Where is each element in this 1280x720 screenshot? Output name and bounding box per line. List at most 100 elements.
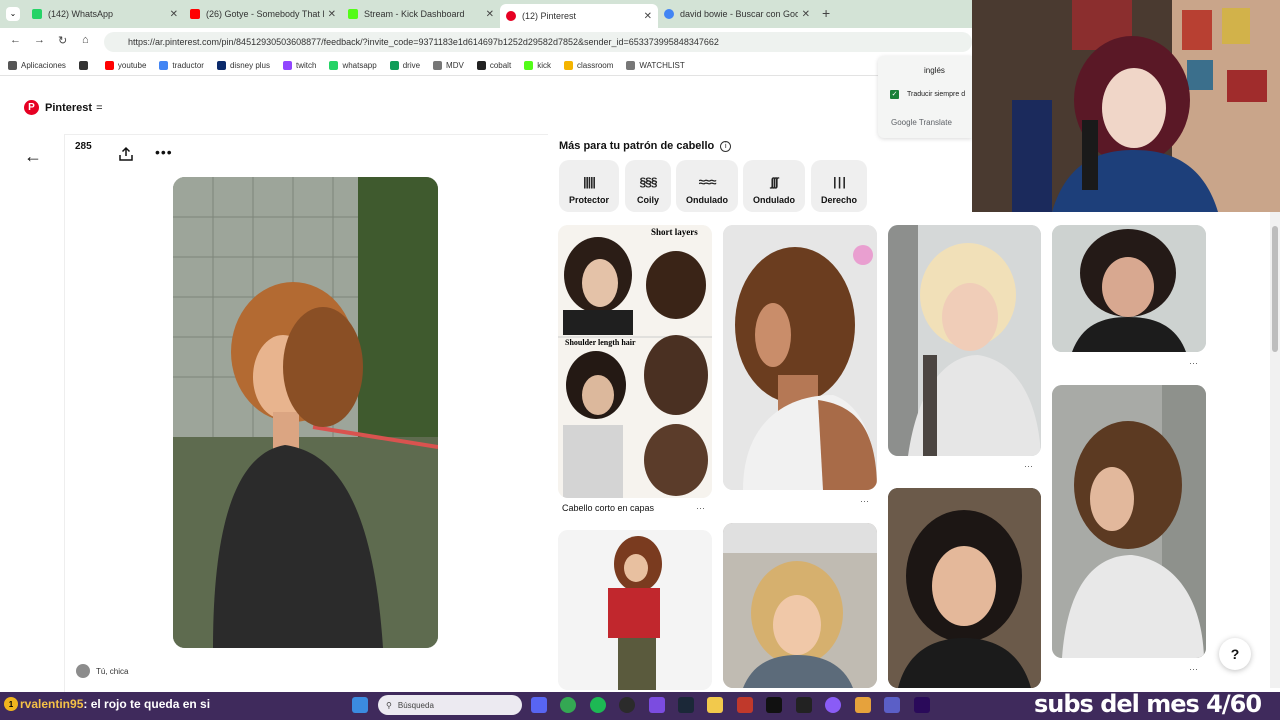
main-pin-image[interactable] [173,177,438,648]
bookmark-kick[interactable]: kick [524,61,551,70]
bookmark-cobalt[interactable]: cobalt [476,61,512,70]
bookmark-label: drive [402,61,421,70]
tab-whatsapp[interactable]: (142) WhatsApp ✕ [26,4,184,24]
close-icon[interactable]: ✕ [328,9,336,20]
pin-more-icon[interactable]: ··· [1189,664,1198,674]
more-options-icon[interactable]: ••• [155,144,173,160]
twitch-icon [283,61,292,70]
apps-icon [8,61,17,70]
info-icon[interactable]: i [720,140,732,152]
chip-ondulado-1[interactable]: ≈≈≈ Ondulado [676,160,738,212]
back-icon[interactable]: ← [10,34,21,46]
pin-blonde-shag[interactable] [723,523,877,688]
bookmark-twitch[interactable]: twitch [283,61,316,70]
tab-search-button[interactable]: ⌄ [6,7,20,21]
avatar[interactable] [76,664,90,678]
pin-red-sweater[interactable] [558,530,712,690]
pin-brown-shag[interactable] [1052,385,1206,658]
chip-coily[interactable]: §§§ Coily [625,160,671,212]
bookmark-disney[interactable]: disney plus [216,61,270,70]
badge-icon: 1 [4,697,18,711]
bookmark-mdv[interactable]: MDV [433,61,464,70]
media-player-icon[interactable] [649,697,665,713]
translate-always-checkbox[interactable]: ✓ [890,90,899,99]
menu-icon[interactable]: = [96,102,102,114]
tab-pinterest[interactable]: (12) Pinterest ✕ [500,4,658,28]
dark-bob-image [888,488,1041,688]
pin-more-icon[interactable]: ··· [696,503,705,513]
home-icon[interactable]: ⌂ [82,34,89,46]
discord-icon[interactable] [531,697,547,713]
chrome-icon[interactable] [560,697,576,713]
share-icon[interactable] [118,146,134,162]
tab-youtube[interactable]: (26) Gotye - Somebody That I Used ✕ [184,4,342,24]
spotify-icon[interactable] [590,697,606,713]
obs-icon[interactable] [619,697,635,713]
bookmark-traductor[interactable]: traductor [159,61,204,70]
bookmarks-bar: Aplicaciones youtube traductor disney pl… [0,56,972,76]
pin-dark-bangs[interactable] [1052,225,1206,352]
pin-blonde-bangs[interactable] [888,225,1041,456]
pin-more-icon[interactable]: ··· [1189,358,1198,368]
user-row[interactable]: Tú, chica [76,664,128,678]
close-icon[interactable]: ✕ [486,9,494,20]
navigation-bar: ← → ↻ ⌂ https://ar.pinterest.com/pin/845… [0,28,972,56]
protector-hair-icon: ||||| [583,175,596,189]
brand-google: Google [891,118,917,127]
chip-label: Coily [636,195,659,205]
bookmark-apps[interactable]: Aplicaciones [8,61,66,70]
close-icon[interactable]: ✕ [644,11,652,22]
pin-caption[interactable]: Cabello corto en capas [562,503,654,513]
back-arrow-icon[interactable]: ← [24,146,42,167]
pin-more-icon[interactable]: ··· [1024,461,1033,471]
steam-icon[interactable] [678,697,694,713]
chip-protector[interactable]: ||||| Protector [559,160,619,212]
chat-app-icon[interactable] [825,697,841,713]
disney-icon [216,61,226,70]
cobalt-icon [476,61,486,70]
scrollbar-thumb[interactable] [1272,226,1278,352]
user-caption: Tú, chica [96,666,129,676]
reload-icon[interactable]: ↻ [58,34,67,47]
pin-short-layers[interactable]: Short layers Shoulder length hair [558,225,712,498]
google-icon [664,9,674,19]
chip-derecho[interactable]: | | | Derecho [811,160,867,212]
forward-icon[interactable]: → [34,34,45,46]
game-icon[interactable] [737,697,753,713]
tab-kick[interactable]: Stream - Kick Dashboard ✕ [342,4,500,24]
bookmark-whatsapp[interactable]: whatsapp [329,61,377,70]
capcut-icon[interactable] [766,697,782,713]
close-icon[interactable]: ✕ [170,9,178,20]
coily-hair-icon: §§§ [639,175,657,189]
bookmark-classroom[interactable]: classroom [563,61,614,70]
file-explorer-icon[interactable] [707,697,723,713]
subs-counter: subs del mes 4/60 [1034,690,1262,718]
pin-dark-bob[interactable] [888,488,1041,688]
folder-icon [626,61,636,70]
address-bar[interactable]: https://ar.pinterest.com/pin/84512930503… [104,32,972,52]
pin-more-icon[interactable]: ··· [860,496,869,506]
bookmark-grid[interactable] [78,61,92,70]
language-label[interactable]: inglés [924,66,945,75]
bookmark-watchlist[interactable]: WATCHLIST [626,61,685,70]
chip-ondulado-2[interactable]: ∫∫∫ Ondulado [743,160,805,212]
help-button[interactable]: ? [1219,638,1251,670]
pin-profile-brown[interactable] [723,225,877,490]
teams-icon[interactable] [884,697,900,713]
app-icon[interactable] [796,697,812,713]
tab-google[interactable]: david bowie - Buscar con Google ✕ [658,4,816,24]
windows-search-box[interactable]: ⚲ Búsqueda [378,695,522,715]
close-icon[interactable]: ✕ [802,9,810,20]
related-title: Más para tu patrón de cabello i [559,140,732,152]
windows-start-icon[interactable] [352,697,368,713]
related-title-text: Más para tu patrón de cabello [559,140,715,152]
bookmark-drive[interactable]: drive [389,61,421,70]
dark-shag-image [1052,225,1206,352]
bookmark-label: classroom [576,61,614,70]
bookmark-label: cobalt [489,61,512,70]
browser-icon[interactable] [855,697,871,713]
bookmark-youtube[interactable]: youtube [104,61,146,70]
new-tab-button[interactable]: + [822,5,830,21]
premiere-icon[interactable] [914,697,930,713]
pinterest-header[interactable]: P Pinterest = [24,100,103,115]
